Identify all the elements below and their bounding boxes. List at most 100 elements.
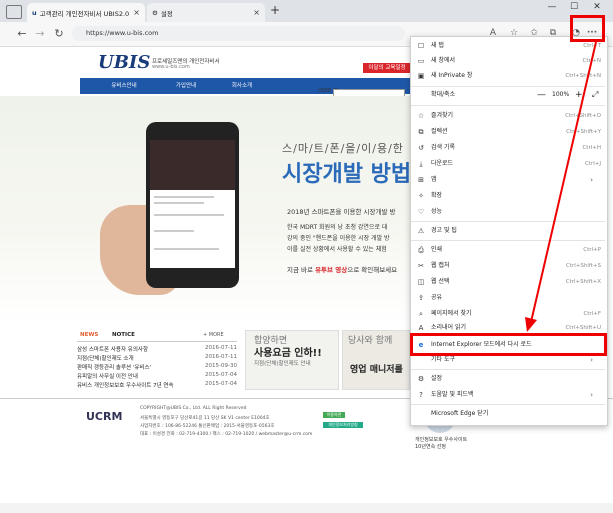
menu-label: 즐겨찾기 [431,112,454,119]
list-item[interactable]: 삼성 스마트폰 사용자 유의사항 2016-07-11 [77,345,237,353]
list-item[interactable]: 지점(단체)할인제도 소개 2016-07-11 [77,354,237,362]
share-icon: ⇪ [418,294,424,302]
education-schedule-button[interactable]: 이달의 교육일정 [363,63,411,73]
menu-item-collections[interactable]: ⧉ 컬렉션 Ctrl+Shift+Y [411,124,605,140]
menu-shortcut: Ctrl+Shift+O [565,113,601,119]
hero-title: 시장개발 방법 [282,162,412,187]
history-icon: ↺ [418,144,424,152]
list-item[interactable]: 유피알의 사무실 이전 안내 2015-07-04 [77,372,237,380]
nav-join-info[interactable]: 가입안내 [162,78,210,94]
tab-news[interactable]: NEWS [80,332,98,338]
divider [411,404,605,405]
tab-close-icon[interactable]: × [133,8,140,17]
menu-item-close-edge[interactable]: Microsoft Edge 닫기 [411,406,605,422]
inprivate-icon: ▣ [417,72,425,80]
nav-ubis-info[interactable]: 유비스안내 [100,78,148,94]
menu-item-print[interactable]: ⎙ 인쇄 Ctrl+P [411,242,605,258]
close-window-button[interactable]: ✕ [590,2,604,16]
menu-item-help[interactable]: ? 도움말 및 피드백 › [411,387,605,403]
zoom-row: 확대/축소 — 100% + ⤢ [411,86,605,104]
refresh-button[interactable]: ↻ [51,26,67,42]
menu-label: 새 창에서 [431,57,455,64]
back-button[interactable]: ← [14,26,30,42]
menu-item-web-select[interactable]: ◫ 웹 선택 Ctrl+Shift+X [411,274,605,290]
tab-close-icon[interactable]: × [253,8,260,17]
menu-shortcut: Ctrl+Shift+X [565,279,601,285]
menu-label: 공유 [431,294,443,301]
new-window-icon: ▭ [417,57,425,65]
menu-label: 웹 선택 [431,278,450,285]
menu-item-extensions[interactable]: ✧ 확장 [411,188,605,204]
tab-notice[interactable]: NOTICE [112,332,135,338]
footer-copyright: COPYRIGHT@UBIS Co., Ltd. ALL Right Reser… [140,406,247,411]
menu-item-apps[interactable]: ⊞ 앱 › [411,172,605,188]
maximize-button[interactable]: ☐ [567,2,581,16]
menu-item-share[interactable]: ⇪ 공유 [411,290,605,306]
menu-item-settings[interactable]: ⚙ 설정 [411,371,605,387]
youtube-link[interactable]: 유투브 영상 [315,266,347,274]
workspaces-icon[interactable] [6,5,22,19]
cert-text: 개인정보보호 우수사이트 [415,437,468,443]
menu-item-web-capture[interactable]: ✂ 웹 캡처 Ctrl+Shift+S [411,258,605,274]
menu-item-performance[interactable]: ♡ 성능 [411,204,605,220]
phone-text-line [154,196,214,198]
alert-icon: ⚠ [417,227,425,235]
forward-button[interactable]: → [32,26,48,42]
menu-label: Microsoft Edge 닫기 [431,410,489,417]
tab-ubis[interactable]: u 고객관리 개인전자비서 UBIS2.0 × [27,3,145,22]
site-logo[interactable]: UBIS [98,52,150,73]
tab-title: 설정 [160,9,173,18]
star-icon: ☆ [417,112,425,120]
list-item[interactable]: 판매직 갱등관리 솔루션 '유비스' 2015-09-30 [77,363,237,371]
news-title: 삼성 스마트폰 사용자 유의사항 [77,347,149,353]
banner-text: 영업 매니저를 [350,365,403,375]
list-item[interactable]: 유비스 개인정보보호 우수사이트 7년 연속 2015-07-04 [77,381,237,389]
news-date: 2015-07-04 [205,381,237,387]
divider [411,105,605,106]
news-date: 2016-07-11 [205,345,237,351]
divider [77,341,237,342]
hero-cta-suffix: 으로 확인해보세요 [347,266,398,274]
news-title: 지점(단체)할인제도 소개 [77,356,134,362]
tab-settings[interactable]: ⚙ 설정 × [147,3,265,22]
new-tab-button[interactable]: + [268,4,282,18]
zoom-label: 확대/축소 [431,91,456,98]
minimize-button[interactable]: — [545,2,559,16]
fullscreen-icon[interactable]: ⤢ [592,86,598,104]
phone-text-line [154,230,194,232]
terms-link[interactable]: 이용약관 [323,412,345,418]
menu-label: 새 탭 [431,42,444,49]
status-bar [0,503,613,513]
menu-shortcut: Ctrl+H [582,145,601,151]
news-title: 유피알의 사무실 이전 안내 [77,374,138,380]
banner-text: 당사와 함께 [348,336,393,346]
site-url-text: www.u-bis.com [152,64,190,70]
menu-label: 도움말 및 피드백 [431,391,474,398]
zoom-out-button[interactable]: — [537,86,546,104]
menu-shortcut: Ctrl+P [583,247,601,253]
menu-item-downloads[interactable]: ⤓ 다운로드 Ctrl+J [411,156,605,172]
apps-icon: ⊞ [418,176,424,184]
zoom-in-button[interactable]: + [575,86,583,104]
privacy-link[interactable]: 개인정보처리방침 [323,422,363,428]
menu-item-alerts[interactable]: ⚠ 경고 및 팁 [411,223,605,239]
nav-company[interactable]: 회사소개 [218,78,266,94]
menu-item-history[interactable]: ↺ 검색 기록 Ctrl+H [411,140,605,156]
menu-label: 설정 [431,375,443,382]
phone-text-line [154,202,204,204]
print-icon: ⎙ [418,246,424,254]
phone-text-line [154,248,219,250]
menu-item-new-window[interactable]: ▭ 새 창에서 Ctrl+N [411,53,605,69]
footer-address: 서울특별시 영등포구 당산로41길 11 당산 SK V1 center E10… [140,416,270,421]
address-bar[interactable]: https://www.u-bis.com [72,26,405,41]
menu-item-favorites[interactable]: ☆ 즐겨찾기 Ctrl+Shift+O [411,108,605,124]
phone-video-thumbnail [150,140,235,190]
new-tab-icon: ☐ [417,42,425,50]
menu-label: 인쇄 [431,246,443,253]
news-date: 2015-07-04 [205,372,237,378]
menu-label: 컬렉션 [431,128,448,135]
menu-label: 앱 [431,176,437,183]
banner-text: 사용요금 인하!! [254,348,322,359]
news-more-link[interactable]: + MORE [203,332,224,338]
menu-item-inprivate[interactable]: ▣ 새 InPrivate 창 Ctrl+Shift+N [411,68,605,84]
